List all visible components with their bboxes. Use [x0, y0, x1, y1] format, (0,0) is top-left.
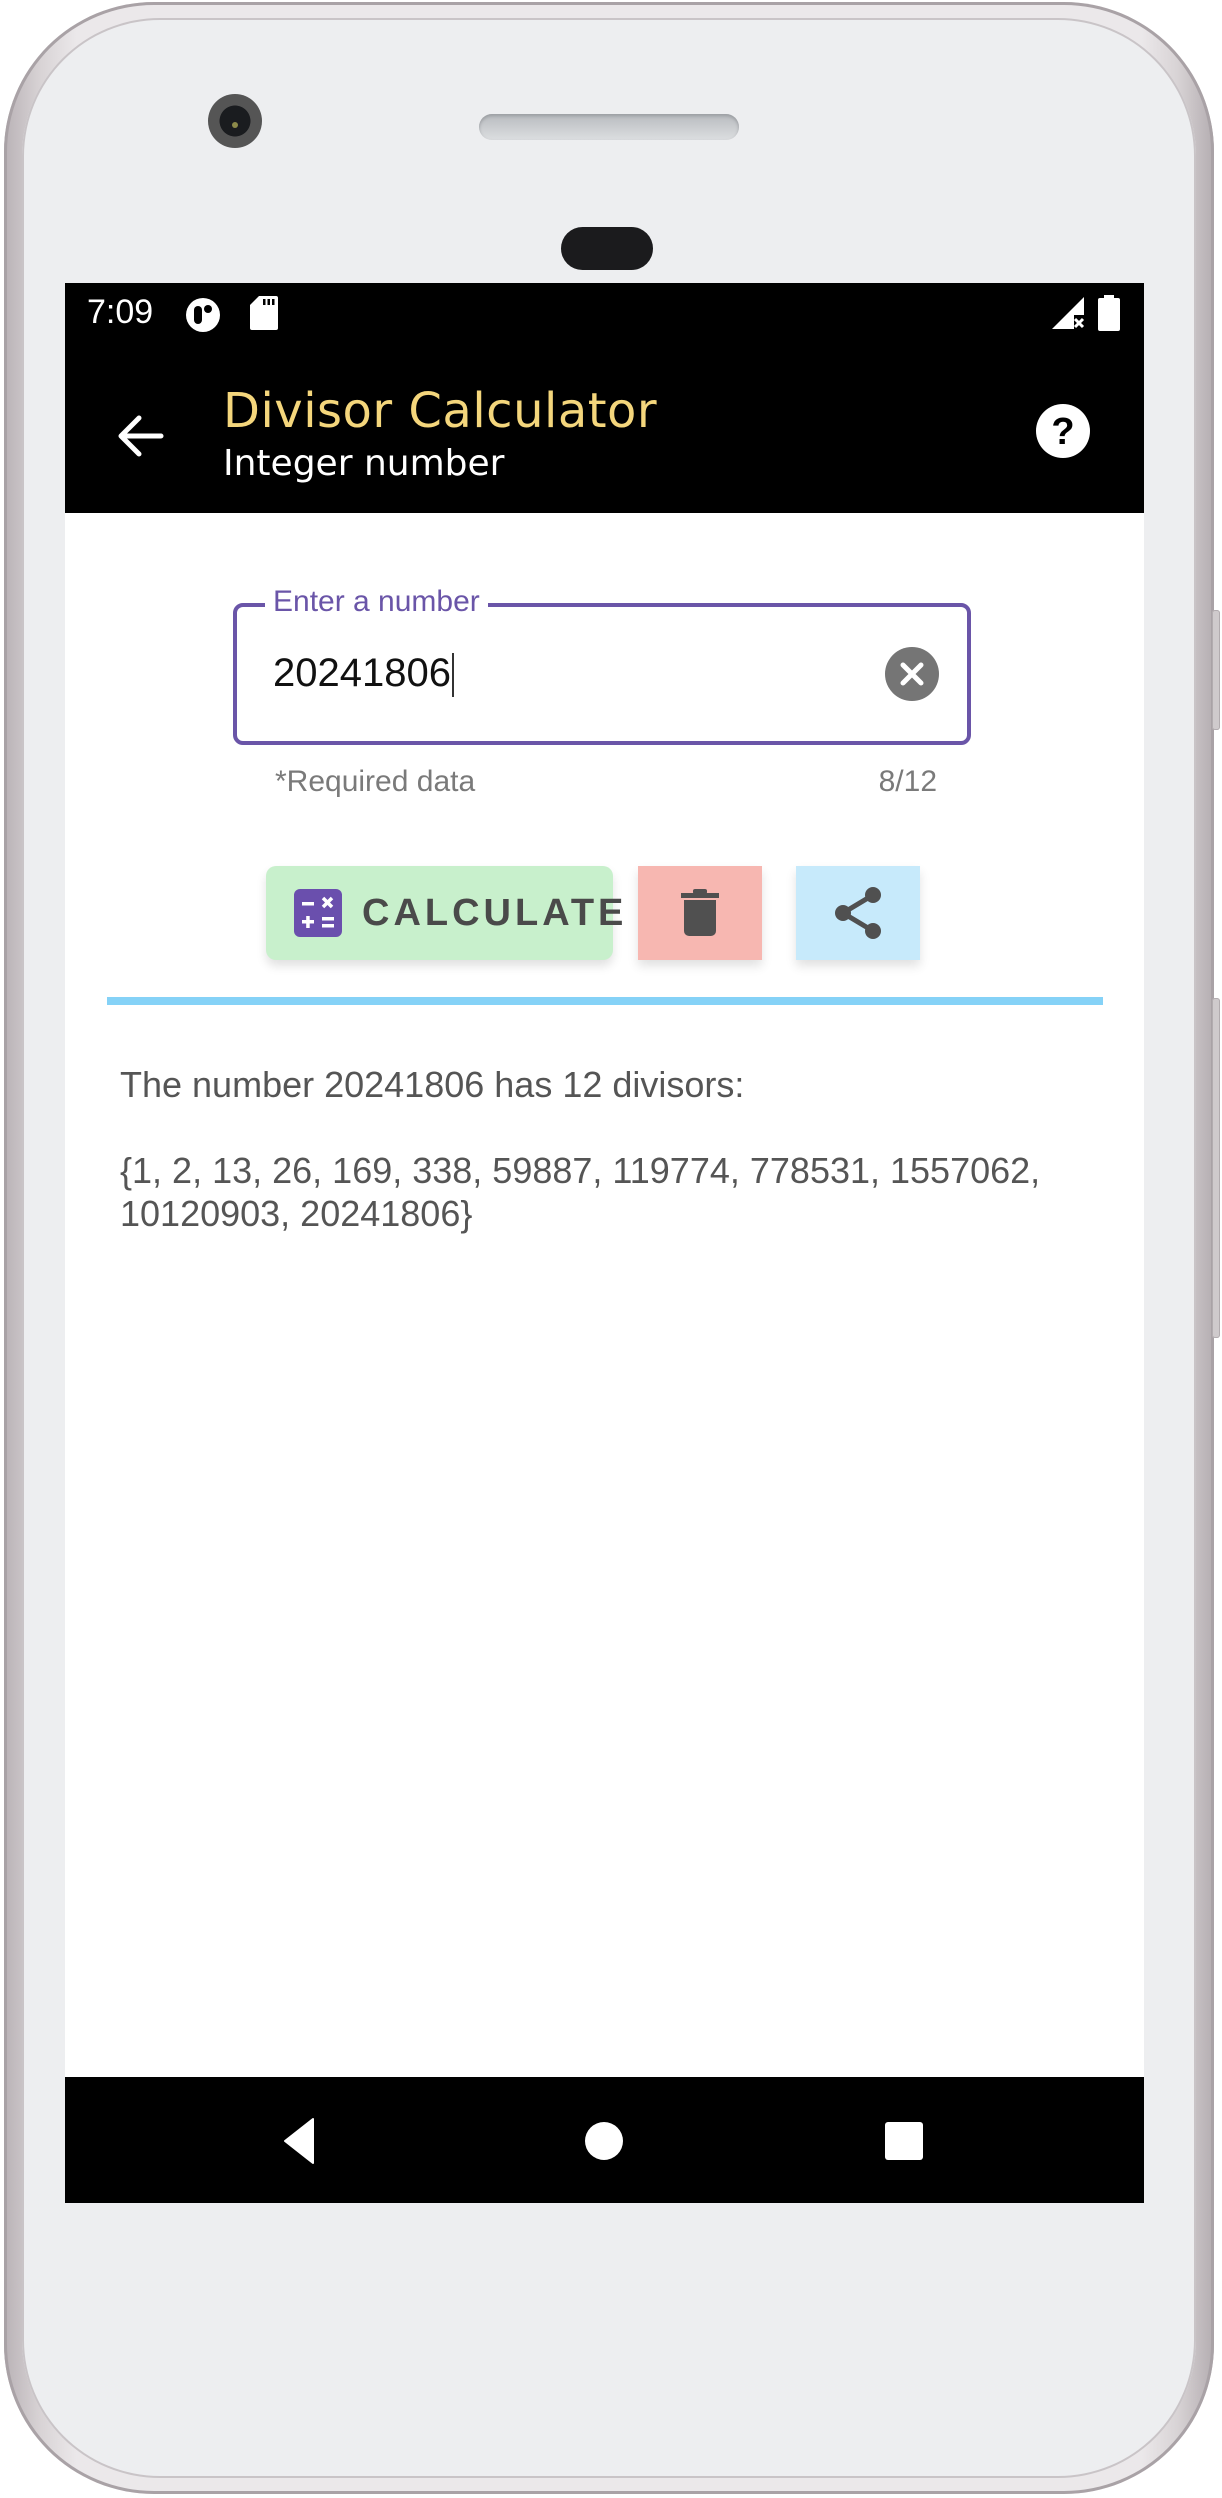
signal-no-sim-icon — [1050, 295, 1086, 336]
sd-card-icon — [250, 296, 278, 335]
battery-icon — [1098, 295, 1120, 336]
text-caret — [451, 653, 454, 698]
nav-home-icon — [585, 2122, 623, 2160]
calculate-label: CALCULATE — [362, 892, 628, 934]
calculator-icon — [294, 889, 342, 937]
volume-rocker — [1212, 998, 1220, 1338]
result-panel: The number 20241806 has 12 divisors: {1,… — [120, 1063, 1110, 1235]
svg-text:?: ? — [1051, 411, 1074, 453]
proximity-sensor — [561, 227, 653, 270]
number-input[interactable]: 20241806 — [273, 651, 833, 698]
app-notification-icon — [185, 297, 221, 338]
front-camera — [208, 94, 262, 148]
nav-recents-button[interactable] — [877, 2114, 931, 2168]
navigation-bar — [65, 2077, 1144, 2203]
nav-home-button[interactable] — [577, 2114, 631, 2168]
nav-recents-icon — [885, 2122, 923, 2160]
delete-button[interactable] — [638, 866, 762, 960]
helper-text: *Required data — [275, 765, 476, 798]
app-title: Divisor Calculator — [223, 383, 658, 439]
number-input-value: 20241806 — [273, 651, 451, 695]
help-button[interactable]: ? — [1033, 401, 1093, 461]
status-time: 7:09 — [87, 293, 154, 331]
result-divider — [107, 997, 1103, 1005]
nav-back-icon — [284, 2118, 314, 2164]
back-button[interactable] — [105, 401, 175, 471]
earpiece-speaker — [479, 114, 739, 140]
result-summary: The number 20241806 has 12 divisors: — [120, 1064, 745, 1105]
clear-input-button[interactable] — [885, 647, 939, 701]
share-icon — [835, 887, 881, 939]
trash-icon — [681, 889, 719, 936]
divisors-list-line-2: 10120903, 20241806} — [120, 1193, 473, 1234]
nav-back-button[interactable] — [275, 2114, 329, 2168]
help-circle-icon: ? — [1036, 404, 1090, 458]
divisors-list-line-1: {1, 2, 13, 26, 169, 338, 59887, 119774, … — [120, 1150, 1041, 1191]
calculate-button[interactable]: CALCULATE — [266, 866, 623, 960]
clear-circle-icon — [885, 647, 939, 701]
number-input-field[interactable]: Enter a number 20241806 — [233, 585, 971, 745]
number-input-label: Enter a number — [265, 585, 488, 619]
arrow-back-icon — [118, 415, 164, 457]
app-subtitle: Integer number — [223, 443, 505, 484]
app-bar: Divisor Calculator Integer number ? — [65, 343, 1144, 513]
power-button — [1212, 610, 1220, 730]
screen: 7:09 Divisor Calculator Integer number ?… — [65, 283, 1144, 2203]
status-bar: 7:09 — [65, 283, 1144, 343]
share-button[interactable] — [796, 866, 920, 960]
character-counter: 8/12 — [878, 765, 937, 798]
